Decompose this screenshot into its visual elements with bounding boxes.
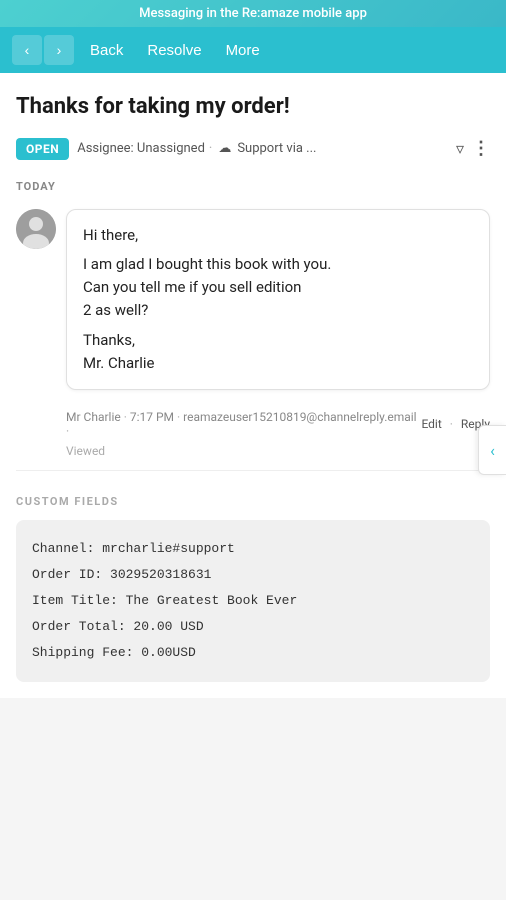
message-row: Hi there, I am glad I bought this book w…: [16, 209, 490, 391]
cf-order-id: Order ID: 3029520318631: [32, 562, 474, 588]
edit-link[interactable]: Edit: [421, 417, 441, 431]
custom-fields-box: Channel: mrcharlie#support Order ID: 302…: [16, 520, 490, 682]
more-button[interactable]: More: [218, 38, 268, 63]
message-sender: Mr Charlie: [66, 410, 121, 424]
viewed-label: Viewed: [16, 444, 490, 458]
message-text: Hi there, I am glad I bought this book w…: [83, 224, 473, 376]
cf-shipping-fee: Shipping Fee: 0.00USD: [32, 640, 474, 666]
filter-icon[interactable]: ▿: [456, 139, 464, 158]
notification-text: Messaging in the Re:amaze mobile app: [139, 6, 367, 21]
header-nav: ‹ › Back Resolve More: [0, 27, 506, 73]
timeline-section: TODAY Hi there, I am glad I bought this …: [16, 180, 490, 496]
notification-bar: Messaging in the Re:amaze mobile app: [0, 0, 506, 27]
assignee-label: Assignee: Unassigned: [77, 141, 205, 156]
status-badge: OPEN: [16, 138, 69, 160]
status-action-icons: ▿ ⋮: [456, 138, 490, 159]
message-time: 7:17 PM: [130, 410, 174, 424]
custom-fields-section: CUSTOM FIELDS Channel: mrcharlie#support…: [16, 495, 490, 698]
conversation-title: Thanks for taking my order!: [16, 93, 490, 122]
message-email: reamazeuser15210819@channelreply.email: [183, 410, 416, 424]
message-closing: Thanks, Mr. Charlie: [83, 329, 473, 376]
section-divider: [16, 470, 490, 471]
next-button[interactable]: ›: [44, 35, 74, 65]
cf-item-title: Item Title: The Greatest Book Ever: [32, 588, 474, 614]
message-greeting: Hi there,: [83, 224, 473, 247]
today-label: TODAY: [16, 180, 490, 193]
channel-label: Support via ...: [237, 141, 316, 156]
custom-fields-title: CUSTOM FIELDS: [16, 495, 490, 508]
resolve-button[interactable]: Resolve: [139, 38, 209, 63]
main-content: Thanks for taking my order! OPEN Assigne…: [0, 73, 506, 698]
status-meta: Assignee: Unassigned · ☁ Support via ...: [77, 141, 448, 156]
message-meta: Mr Charlie · 7:17 PM · reamazeuser152108…: [16, 402, 490, 442]
side-collapse-tab[interactable]: ‹: [478, 425, 506, 475]
message-meta-left: Mr Charlie · 7:17 PM · reamazeuser152108…: [66, 410, 417, 438]
chevron-left-icon: ‹: [490, 441, 495, 460]
dot-separator: ·: [209, 141, 212, 156]
back-button[interactable]: Back: [82, 38, 131, 63]
message-bubble: Hi there, I am glad I bought this book w…: [66, 209, 490, 391]
nav-arrows: ‹ ›: [12, 35, 74, 65]
cf-order-total: Order Total: 20.00 USD: [32, 614, 474, 640]
avatar: [16, 209, 56, 249]
message-body: I am glad I bought this book with you. C…: [83, 253, 473, 323]
kebab-menu-icon[interactable]: ⋮: [472, 138, 490, 159]
cf-channel: Channel: mrcharlie#support: [32, 536, 474, 562]
prev-button[interactable]: ‹: [12, 35, 42, 65]
status-bar: OPEN Assignee: Unassigned · ☁ Support vi…: [16, 138, 490, 160]
support-cloud-icon: ☁: [218, 141, 231, 156]
